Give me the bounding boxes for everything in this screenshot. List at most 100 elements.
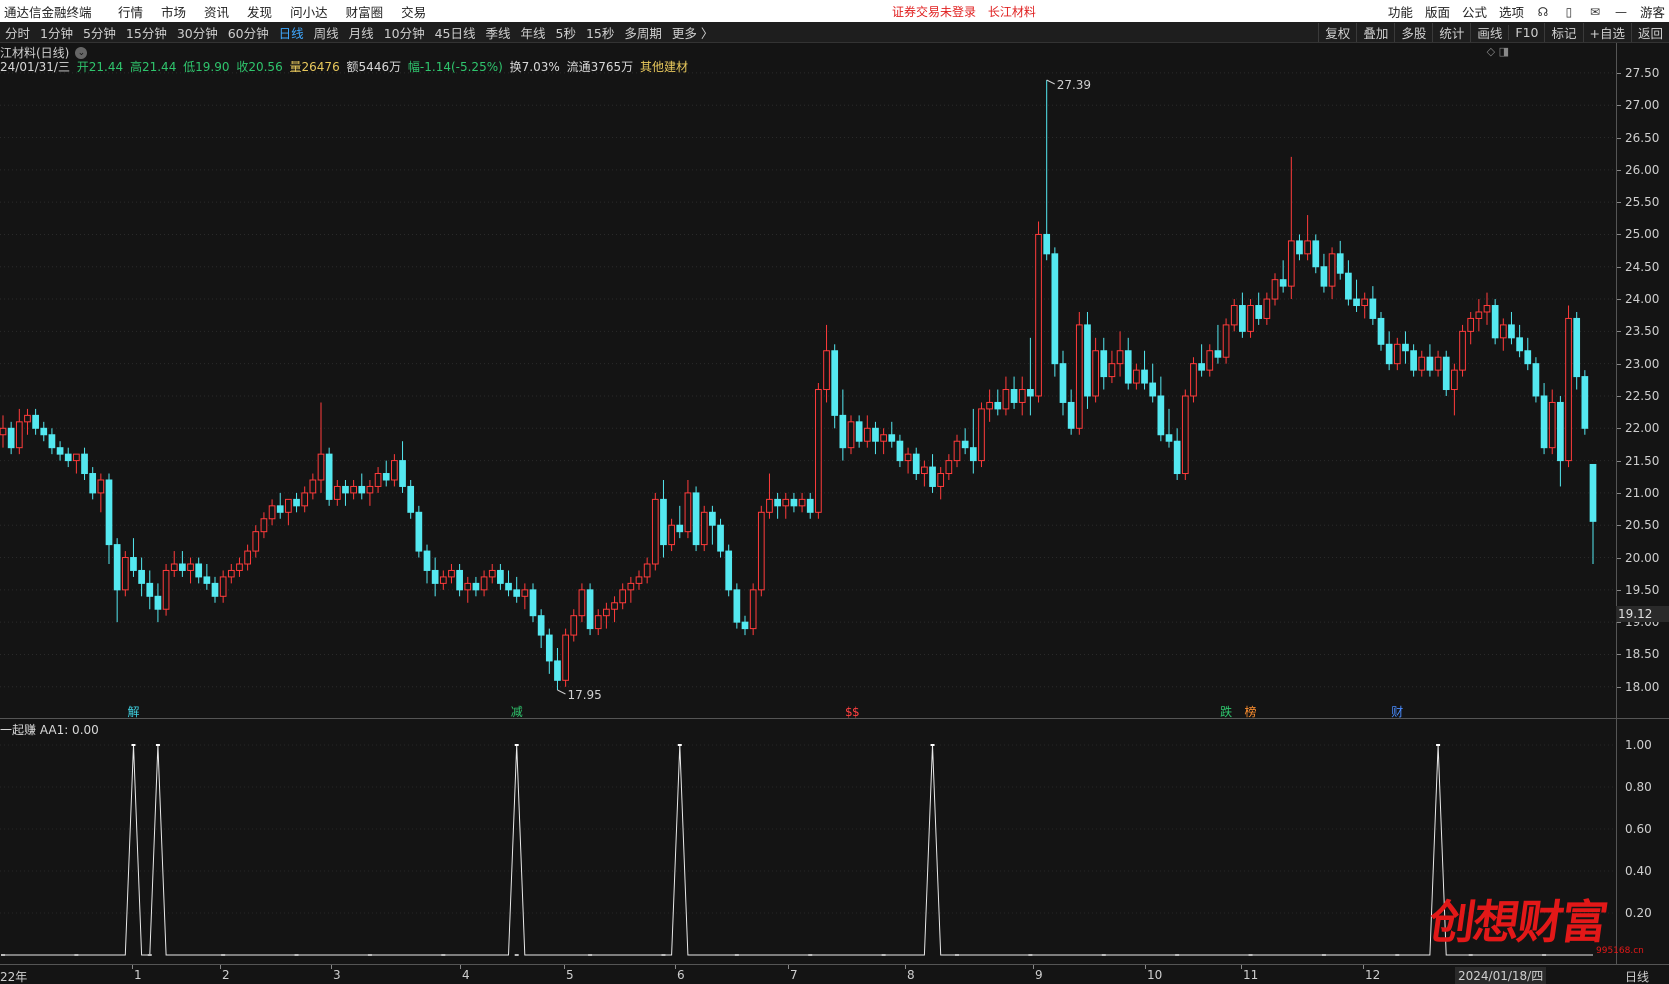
indicator-base-dot bbox=[1175, 954, 1180, 956]
candle-down bbox=[431, 569, 439, 584]
candle-down bbox=[1353, 298, 1360, 307]
indicator-aa1-line bbox=[3, 744, 1593, 956]
candle-down bbox=[896, 440, 904, 462]
kline-chart[interactable]: 27.3917.95解减$$跌榜财预 bbox=[0, 0, 1669, 984]
candle-down bbox=[872, 427, 879, 442]
candle-down bbox=[839, 414, 847, 449]
candle-down bbox=[130, 557, 137, 571]
candle-up bbox=[162, 569, 170, 610]
indicator-tick-label: 0.20 bbox=[1625, 906, 1652, 920]
candle-down bbox=[203, 576, 211, 584]
candle-up bbox=[749, 589, 757, 630]
indicator-tick-label: 1.00 bbox=[1625, 738, 1652, 752]
candle-up bbox=[643, 563, 651, 578]
candle-down bbox=[1312, 240, 1320, 268]
candle-down bbox=[1198, 363, 1205, 371]
candle-up bbox=[0, 427, 7, 436]
candle-down bbox=[1442, 356, 1450, 391]
month-tick-mark bbox=[460, 965, 461, 969]
price-tick-label: 22.00 bbox=[1625, 421, 1660, 436]
indicator-title[interactable]: 一起赚 AA1: 0.00 bbox=[0, 721, 99, 738]
candle-down bbox=[1157, 395, 1165, 436]
candle-down bbox=[676, 524, 684, 533]
price-tick-mark bbox=[1617, 299, 1621, 301]
price-tick-mark bbox=[1617, 395, 1621, 397]
time-axis: 2024/01/18/四 日线 22年 1 2 3 4 5 6 7 8 9 10 11 12 bbox=[0, 964, 1669, 984]
candle-up bbox=[1035, 233, 1042, 397]
candle-up bbox=[635, 576, 643, 584]
price-tick-mark bbox=[1617, 686, 1621, 688]
candle-down bbox=[1165, 434, 1173, 442]
month-label: 10 bbox=[1147, 968, 1163, 982]
high-pointer bbox=[1046, 79, 1055, 85]
indicator-base-dot bbox=[881, 954, 886, 956]
candle-down bbox=[888, 434, 896, 442]
candle-down bbox=[725, 550, 733, 591]
month-tick-mark bbox=[1363, 965, 1364, 969]
candle-up bbox=[1263, 298, 1271, 319]
candle-up bbox=[1451, 369, 1458, 391]
candle-up bbox=[244, 550, 251, 565]
candle-up bbox=[880, 434, 887, 442]
candle-down bbox=[1557, 401, 1564, 462]
candle-down bbox=[1173, 440, 1181, 475]
price-tick-label: 19.50 bbox=[1625, 582, 1660, 597]
indicator-base-dot bbox=[1468, 954, 1473, 956]
candle-up bbox=[268, 505, 276, 520]
candle-up bbox=[301, 492, 309, 507]
candle-up bbox=[978, 408, 985, 462]
candle-up bbox=[798, 498, 806, 507]
candle-up bbox=[1393, 343, 1401, 365]
candle-down bbox=[831, 350, 839, 416]
candle-down bbox=[1540, 395, 1548, 449]
low-price-label: 17.95 bbox=[567, 688, 601, 702]
candle-down bbox=[138, 569, 145, 584]
candle-up bbox=[782, 498, 790, 507]
candle-up bbox=[847, 421, 855, 449]
candle-up bbox=[1548, 401, 1556, 449]
indicator-base-dot bbox=[74, 954, 79, 956]
candle-up bbox=[1116, 350, 1124, 365]
candle-up bbox=[187, 563, 194, 571]
candle-up bbox=[1206, 350, 1214, 371]
candle-up bbox=[757, 511, 765, 591]
candle-up bbox=[97, 479, 105, 494]
candle-down bbox=[423, 550, 431, 571]
candle-up bbox=[260, 518, 268, 533]
watermark-logo: 创想财富 bbox=[1425, 895, 1610, 949]
axis-period-label: 日线 bbox=[1625, 970, 1650, 984]
price-tick-mark bbox=[1617, 234, 1621, 236]
indicator-base-dot bbox=[1542, 954, 1547, 956]
indicator-tick-label: 0.80 bbox=[1625, 780, 1652, 794]
candle-up bbox=[1002, 389, 1010, 410]
month-tick-mark bbox=[675, 965, 676, 969]
indicator-base-dot bbox=[734, 954, 739, 956]
indicator-base-dot bbox=[1248, 954, 1253, 956]
candle-down bbox=[293, 498, 300, 507]
candle-up bbox=[121, 557, 129, 591]
candle-down bbox=[1067, 401, 1075, 429]
candle-down bbox=[709, 511, 716, 526]
candle-up bbox=[488, 569, 496, 578]
candle-down bbox=[7, 427, 15, 449]
price-tick-label: 18.50 bbox=[1625, 647, 1660, 662]
candle-up bbox=[562, 634, 569, 681]
candle-up bbox=[1230, 305, 1238, 326]
candle-up bbox=[1304, 240, 1311, 255]
candle-down bbox=[1508, 324, 1515, 339]
candle-up bbox=[1181, 395, 1189, 475]
candle-up bbox=[1483, 305, 1491, 313]
price-tick-mark bbox=[1617, 105, 1621, 107]
candle-up bbox=[594, 615, 602, 630]
candle-down bbox=[195, 563, 203, 578]
pane-divider[interactable] bbox=[0, 718, 1669, 719]
candle-up bbox=[333, 485, 341, 500]
tdx-terminal-window: 通达信金融终端 行情 市场 资讯 发现 问小达 财富圈 交易 证券交易未登录 长… bbox=[0, 0, 1669, 984]
candle-up bbox=[953, 440, 961, 462]
price-tick-label: 20.00 bbox=[1625, 550, 1660, 565]
candle-down bbox=[1589, 463, 1597, 522]
candle-down bbox=[1385, 343, 1393, 365]
month-tick-mark bbox=[331, 965, 332, 969]
price-tick-label: 18.00 bbox=[1625, 679, 1660, 694]
candle-down bbox=[1059, 363, 1067, 403]
